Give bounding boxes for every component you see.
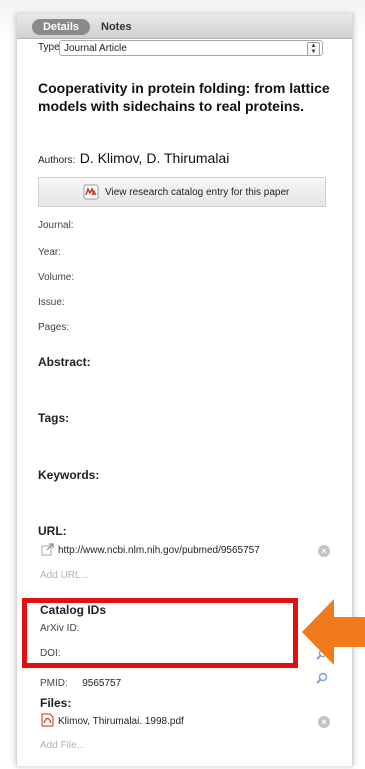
remove-url-icon[interactable]: × [318,545,330,557]
files-heading: Files: [40,696,72,710]
add-file-link[interactable]: Add File... [40,740,85,751]
pages-field[interactable]: Pages: [38,322,69,333]
pmid-value[interactable]: 9565757 [82,678,121,689]
tab-notes[interactable]: Notes [101,19,132,35]
pdf-file-icon [41,713,54,727]
issue-field[interactable]: Issue: [38,297,65,308]
volume-field[interactable]: Volume: [38,272,74,283]
authors-row: Authors: D. Klimov, D. Thirumalai [38,150,229,168]
journal-field[interactable]: Journal: [38,220,74,231]
url-heading: URL: [38,524,67,538]
url-link[interactable]: http://www.ncbi.nlm.nih.gov/pubmed/95657… [58,545,260,556]
keywords-heading: Keywords: [38,468,100,482]
type-select[interactable]: Journal Article ▲ ▼ [59,40,323,56]
pmid-label: PMID: [40,678,68,689]
add-url-link[interactable]: Add URL... [40,570,89,581]
paper-title[interactable]: Cooperativity in protein folding: from l… [38,79,338,115]
authors-value[interactable]: D. Klimov, D. Thirumalai [80,150,230,166]
highlight-box [22,598,298,668]
search-icon[interactable] [316,672,328,684]
external-link-icon[interactable] [41,543,54,556]
remove-file-icon[interactable]: × [318,716,330,728]
view-catalog-entry-button[interactable]: View research catalog entry for this pap… [38,177,326,207]
pmid-row: PMID: 9565757 [40,673,121,691]
catalog-icon [83,184,99,200]
tags-heading: Tags: [38,411,70,425]
tab-bar: Details Notes [17,14,352,39]
abstract-heading: Abstract: [38,355,91,369]
type-select-value: Journal Article [64,43,127,54]
file-link[interactable]: Klimov, Thirumalai. 1998.pdf [58,716,184,727]
view-catalog-entry-label: View research catalog entry for this pap… [105,187,290,198]
arrow-left-icon [302,599,365,665]
tab-details[interactable]: Details [32,19,90,35]
chevron-updown-icon[interactable]: ▲ ▼ [307,42,320,56]
authors-label: Authors: [38,155,76,166]
year-field[interactable]: Year: [38,247,61,258]
window-background: Details Notes Type: Journal Article ▲ ▼ C… [0,0,365,769]
